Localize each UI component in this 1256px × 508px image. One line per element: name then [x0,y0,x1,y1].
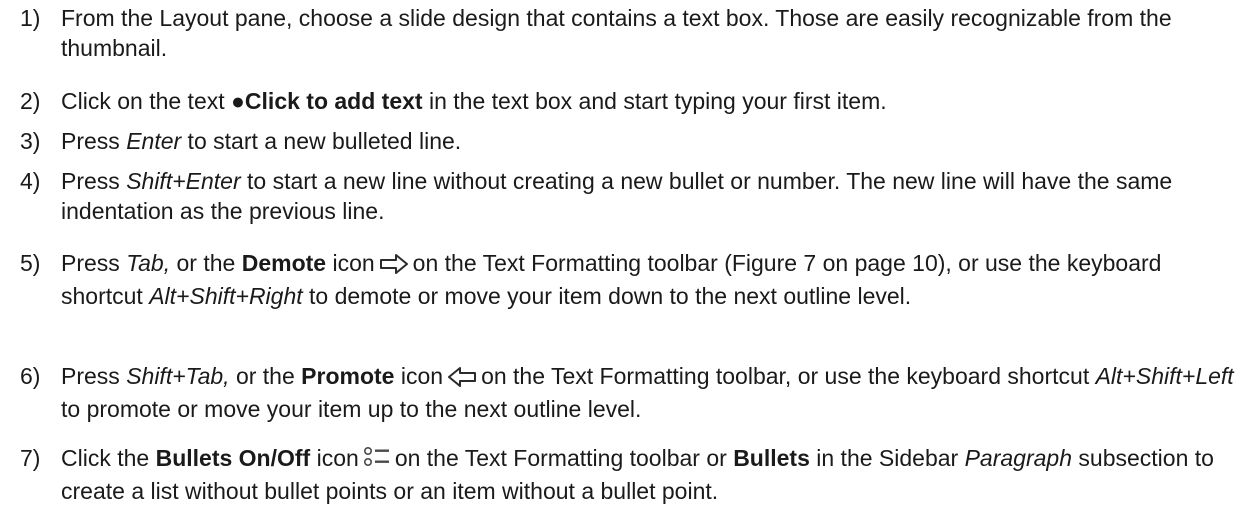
list-item: 5) Press Tab, or the Demote icon on the T… [0,248,1240,311]
list-item: 4) Press Shift+Enter to start a new line… [0,166,1240,226]
list-item: 6) Press Shift+Tab, or the Promote icon o… [0,361,1240,424]
step-number: 7) [20,445,41,471]
italic-text: Enter [126,128,182,154]
text-run: Press [61,250,127,276]
text-run: icon [394,363,444,389]
step-text: Press Shift+Enter to start a new line wi… [61,166,1240,226]
italic-text: Shift+Tab, [126,363,230,389]
text-run: icon [310,445,359,471]
bold-text: ●Click to add text [231,88,423,114]
step-text: Press Shift+Tab, or the Promote icon on t… [61,361,1240,424]
text-run: Press [61,128,127,154]
step-number: 1) [20,5,41,31]
list-item: 7) Click the Bullets On/Off icon on the T… [0,443,1240,506]
step-number: 3) [20,128,41,154]
step-text: Press Enter to start a new bulleted line… [61,126,1240,156]
step-number: 2) [20,88,41,114]
step-number: 5) [20,250,41,276]
text-run: Click on the text [61,88,232,114]
list-item: 2) Click on the text ●Click to add text … [0,86,1240,116]
list-item: 1) From the Layout pane, choose a slide … [0,3,1240,63]
step-text: Click on the text ●Click to add text in … [61,86,1240,116]
document-page: 1) From the Layout pane, choose a slide … [0,0,1256,508]
text-run: Press [61,363,127,389]
italic-text: Shift+Enter [126,168,241,194]
bold-text: Demote [241,250,327,276]
italic-text: Alt+Shift+Left [1095,363,1234,389]
text-run: to promote or move your item up to the n… [61,396,642,422]
list-item: 3) Press Enter to start a new bulleted l… [0,126,1240,156]
text-run: icon [326,250,375,276]
step-text: From the Layout pane, choose a slide des… [61,3,1240,63]
step-number: 6) [20,363,41,389]
promote-arrow-icon [447,364,477,394]
text-run: on the Text Formatting toolbar, or use t… [481,363,1096,389]
italic-text: Alt+Shift+Right [149,283,303,309]
text-run: or the [170,250,242,276]
italic-text: Tab, [126,250,171,276]
text-run: to demote or move your item down to the … [302,283,912,309]
demote-arrow-icon [379,251,409,281]
italic-text: Paragraph [964,445,1073,471]
step-text: Press Tab, or the Demote icon on the Text… [61,248,1240,311]
text-run: From the Layout pane, choose a slide des… [61,5,1172,61]
bold-text: Promote [301,363,395,389]
text-run: on the Text Formatting toolbar or [394,445,734,471]
text-run: in the text box and start typing your fi… [422,88,887,114]
text-run: to start a new bulleted line. [181,128,462,154]
bold-text: Bullets [733,445,810,471]
step-text: Click the Bullets On/Off icon on the Text… [61,443,1240,506]
text-run: Click the [61,445,156,471]
bullets-list-icon [363,445,391,476]
text-run: Press [61,168,127,194]
bold-text: Bullets On/Off [155,445,311,471]
text-run: in the Sidebar [809,445,965,471]
step-number: 4) [20,168,41,194]
text-run: or the [229,363,302,389]
